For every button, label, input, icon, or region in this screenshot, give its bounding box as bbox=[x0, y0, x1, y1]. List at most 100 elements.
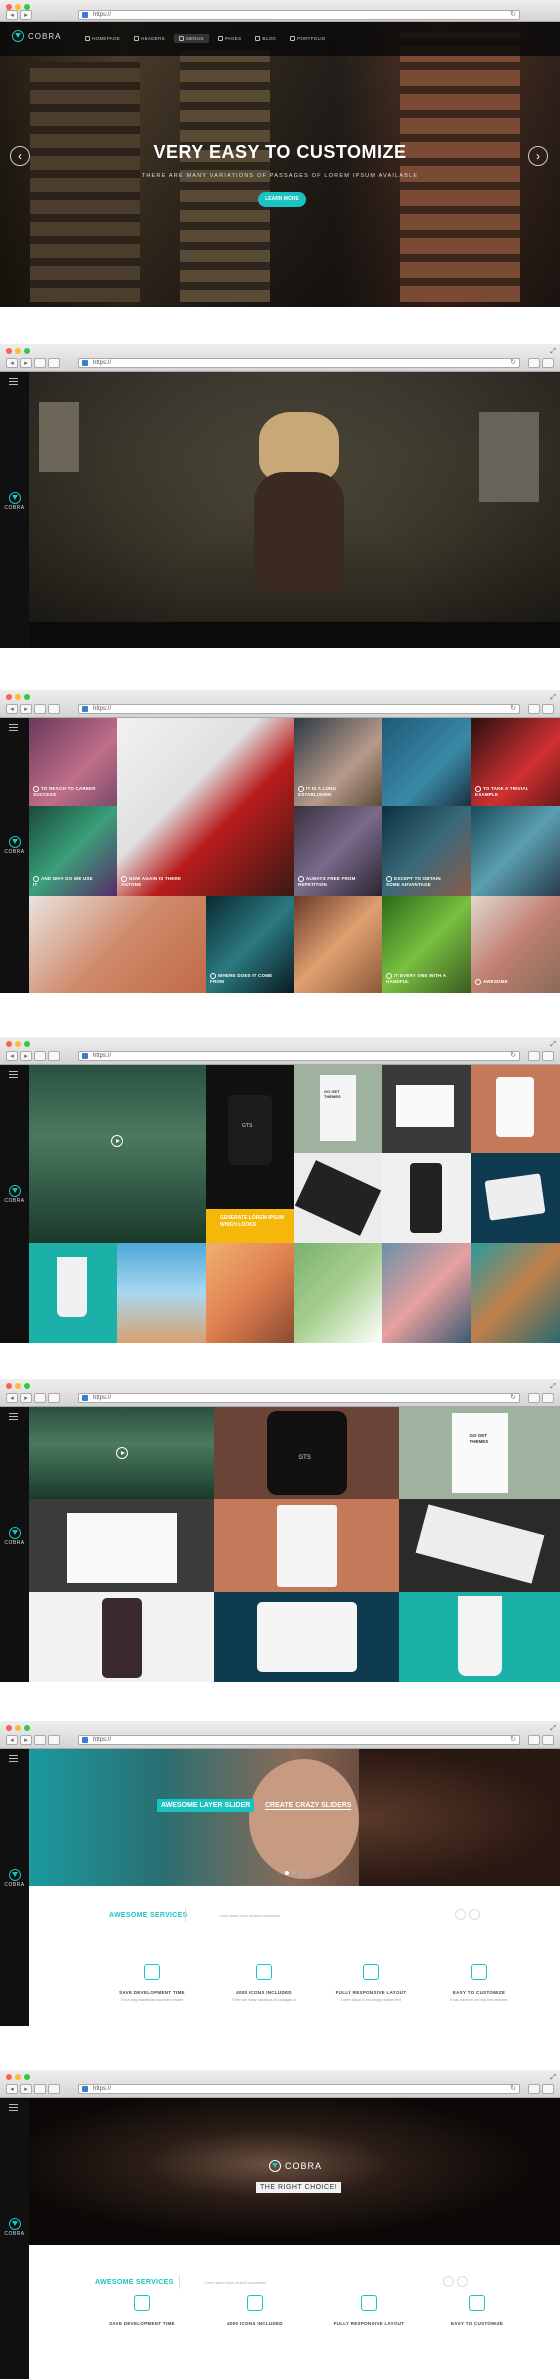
portfolio-tile[interactable] bbox=[29, 896, 206, 993]
portfolio-tile[interactable]: AND WHY DO WE USE IT bbox=[29, 806, 117, 896]
learn-more-button[interactable]: LEARN MORE bbox=[258, 192, 306, 207]
reload-icon[interactable]: ↻ bbox=[510, 1736, 516, 1744]
forward-button[interactable]: ▸ bbox=[20, 10, 32, 20]
portfolio-tile[interactable] bbox=[294, 1153, 382, 1243]
portfolio-tile[interactable] bbox=[117, 1243, 206, 1343]
side-logo[interactable]: COBRA bbox=[2, 1869, 27, 1888]
reload-icon[interactable]: ↻ bbox=[510, 1052, 516, 1060]
brand-logo[interactable]: COBRA bbox=[12, 30, 61, 42]
hamburger-menu-icon[interactable] bbox=[9, 1755, 18, 1764]
reload-icon[interactable]: ↻ bbox=[510, 705, 516, 713]
menu-item-headers[interactable]: HEADERS bbox=[129, 34, 170, 43]
portfolio-tile[interactable] bbox=[471, 1153, 560, 1243]
menu-item-menus[interactable]: MENUS bbox=[173, 34, 209, 43]
portfolio-tile[interactable] bbox=[29, 1592, 214, 1682]
portfolio-tile[interactable] bbox=[382, 1065, 471, 1153]
portfolio-tile[interactable]: GTS bbox=[214, 1407, 399, 1499]
portfolio-tile[interactable] bbox=[382, 1153, 471, 1243]
forward-button[interactable]: ▸ bbox=[20, 704, 32, 714]
hamburger-menu-icon[interactable] bbox=[9, 378, 18, 387]
portfolio-tile[interactable]: NOW AGAIN IS THERE ANYONE bbox=[117, 718, 294, 896]
forward-button[interactable]: ▸ bbox=[20, 2084, 32, 2094]
portfolio-tile[interactable] bbox=[29, 1407, 214, 1499]
slider-next-button[interactable]: › bbox=[528, 146, 548, 166]
address-bar[interactable]: https:// ↻ bbox=[78, 1735, 520, 1745]
side-logo[interactable]: COBRA bbox=[2, 2218, 27, 2237]
back-button[interactable]: ◂ bbox=[6, 2084, 18, 2094]
portfolio-tile[interactable] bbox=[29, 1499, 214, 1592]
portfolio-tile[interactable]: GENERATE LOREM IPSUM WHICH LOOKS bbox=[206, 1209, 294, 1243]
portfolio-tile[interactable] bbox=[206, 1243, 294, 1343]
portfolio-tile[interactable] bbox=[471, 1065, 560, 1153]
bookmarks-button[interactable] bbox=[48, 358, 60, 368]
fullscreen-icon[interactable]: ⤢ bbox=[550, 2073, 556, 2082]
back-button[interactable]: ◂ bbox=[6, 1735, 18, 1745]
portfolio-tile[interactable] bbox=[471, 806, 560, 896]
portfolio-tile[interactable] bbox=[382, 1243, 471, 1343]
fullscreen-icon[interactable]: ⤢ bbox=[550, 1724, 556, 1733]
portfolio-tile[interactable] bbox=[399, 1592, 560, 1682]
address-bar[interactable]: https:// ↻ bbox=[78, 1051, 520, 1061]
carousel-prev-button[interactable] bbox=[455, 1909, 466, 1920]
hamburger-menu-icon[interactable] bbox=[9, 1413, 18, 1422]
menu-item-blog[interactable]: BLOG bbox=[250, 34, 281, 43]
portfolio-tile[interactable]: GO GET THEMES bbox=[294, 1065, 382, 1153]
side-logo[interactable]: COBRA bbox=[2, 1527, 27, 1546]
address-bar[interactable]: https:// ↻ bbox=[78, 358, 520, 368]
portfolio-tile[interactable]: GTS bbox=[206, 1065, 294, 1209]
slider-dot[interactable] bbox=[285, 1871, 289, 1875]
hamburger-menu-icon[interactable] bbox=[9, 2104, 18, 2113]
menu-item-pages[interactable]: PAGES bbox=[213, 34, 247, 43]
reload-icon[interactable]: ↻ bbox=[510, 2085, 516, 2093]
carousel-next-button[interactable] bbox=[469, 1909, 480, 1920]
slider-dot[interactable] bbox=[306, 1871, 310, 1875]
fullscreen-icon[interactable]: ⤢ bbox=[550, 1040, 556, 1049]
side-logo[interactable]: COBRA bbox=[2, 836, 27, 855]
back-button[interactable]: ◂ bbox=[6, 1051, 18, 1061]
address-bar[interactable]: https:// ↻ bbox=[78, 2084, 520, 2094]
reload-icon[interactable]: ↻ bbox=[510, 1394, 516, 1402]
address-bar[interactable]: https:// ↻ bbox=[78, 10, 520, 20]
address-bar[interactable]: https:// ↻ bbox=[78, 704, 520, 714]
slider-dot[interactable] bbox=[299, 1871, 303, 1875]
portfolio-tile[interactable] bbox=[382, 718, 471, 806]
reload-icon[interactable]: ↻ bbox=[510, 359, 516, 367]
portfolio-tile[interactable]: EXCEPT TO OBTAIN SOME ADVANTAGE bbox=[382, 806, 471, 896]
back-button[interactable]: ◂ bbox=[6, 704, 18, 714]
fullscreen-icon[interactable]: ⤢ bbox=[550, 347, 556, 356]
portfolio-tile[interactable]: ALWAYS FREE FROM REPETITION bbox=[294, 806, 382, 896]
forward-button[interactable]: ▸ bbox=[20, 358, 32, 368]
portfolio-tile[interactable] bbox=[29, 1243, 117, 1343]
carousel-next-button[interactable] bbox=[457, 2276, 468, 2287]
address-bar[interactable]: https:// ↻ bbox=[78, 1393, 520, 1403]
fullscreen-icon[interactable]: ⤢ bbox=[550, 1382, 556, 1391]
portfolio-tile[interactable]: TO REACH TO CAREER SUCCESS bbox=[29, 718, 117, 806]
play-icon[interactable] bbox=[115, 1447, 128, 1459]
hamburger-menu-icon[interactable] bbox=[9, 1071, 18, 1080]
hamburger-menu-icon[interactable] bbox=[9, 724, 18, 733]
portfolio-tile[interactable] bbox=[294, 896, 382, 993]
portfolio-tile[interactable] bbox=[294, 1243, 382, 1343]
portfolio-tile[interactable]: AWESOME bbox=[471, 896, 560, 993]
portfolio-tile[interactable]: IT IS A LONG ESTABLISHED bbox=[294, 718, 382, 806]
portfolio-tile[interactable]: GO GET THEMES bbox=[399, 1407, 560, 1499]
portfolio-tile[interactable] bbox=[399, 1499, 560, 1592]
share-button[interactable] bbox=[34, 358, 46, 368]
menu-item-homepage[interactable]: HOMEPAGE bbox=[80, 34, 125, 43]
fullscreen-icon[interactable]: ⤢ bbox=[550, 693, 556, 702]
forward-button[interactable]: ▸ bbox=[20, 1735, 32, 1745]
portfolio-tile[interactable] bbox=[214, 1499, 399, 1592]
back-button[interactable]: ◂ bbox=[6, 1393, 18, 1403]
portfolio-tile[interactable] bbox=[214, 1592, 399, 1682]
back-button[interactable]: ◂ bbox=[6, 358, 18, 368]
portfolio-tile[interactable]: IT EVERY ONE WITH A HANDFUL bbox=[382, 896, 471, 993]
slider-dot[interactable] bbox=[292, 1871, 296, 1875]
side-logo[interactable]: COBRA bbox=[2, 492, 27, 511]
slider-prev-button[interactable]: ‹ bbox=[10, 146, 30, 166]
forward-button[interactable]: ▸ bbox=[20, 1393, 32, 1403]
reload-icon[interactable]: ↻ bbox=[510, 11, 516, 19]
carousel-prev-button[interactable] bbox=[443, 2276, 454, 2287]
side-logo[interactable]: COBRA bbox=[2, 1185, 27, 1204]
play-icon[interactable] bbox=[111, 1135, 123, 1147]
portfolio-tile[interactable] bbox=[29, 1065, 206, 1243]
